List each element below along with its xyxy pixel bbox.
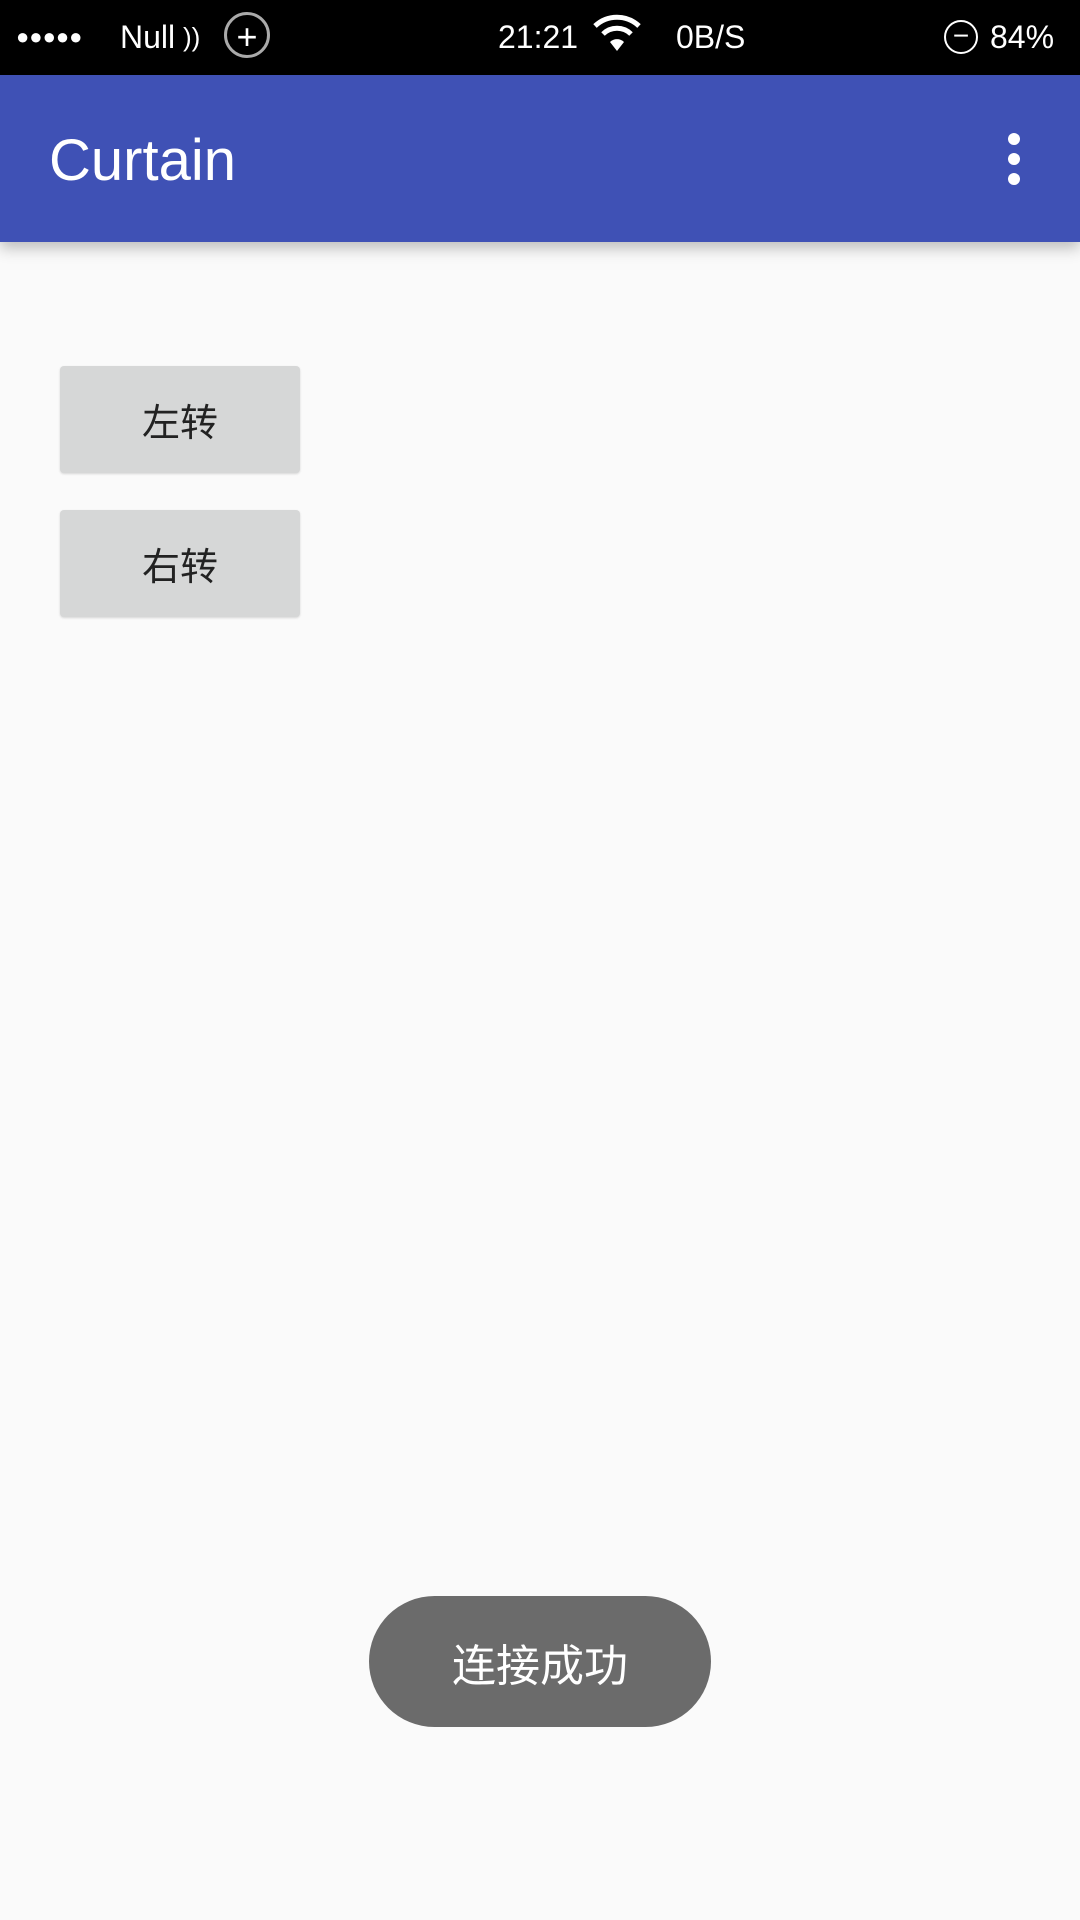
status-bar: ●●●●● Null )) + 21:21 0B/S − 84% [0,0,1080,75]
net-speed: 0B/S [676,19,746,55]
time: 21:21 [498,19,579,55]
carrier-label: Null [120,19,176,55]
wifi-icon [592,14,642,62]
dnd-icon: − [944,20,978,54]
app-title: Curtain [49,128,236,193]
nfc-icon: )) [183,22,201,52]
toast-message: 连接成功 [369,1596,711,1727]
turn-left-button[interactable]: 左转 [60,366,300,473]
battery-level: 84% [990,19,1055,55]
plus-circle-icon: + [224,12,270,58]
more-options-icon[interactable] [1000,133,1028,185]
turn-right-button[interactable]: 右转 [60,510,300,617]
signal-icon: ●●●●● [16,24,83,49]
app-bar: Curtain [0,75,1080,242]
